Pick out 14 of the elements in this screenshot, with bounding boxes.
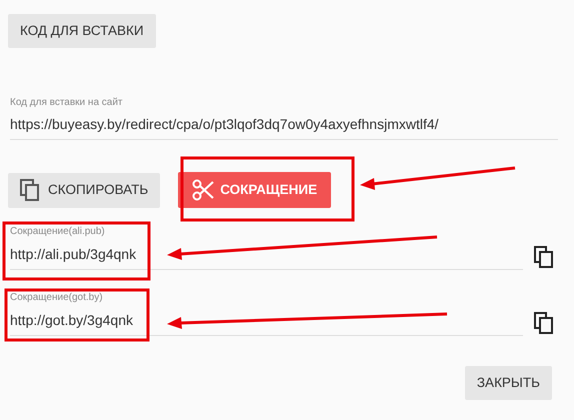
field-label: Сокращение(got.by) — [10, 291, 103, 305]
field-label: Код для вставки на сайт — [10, 96, 123, 110]
field-value: http://got.by/3g4qnk — [10, 311, 133, 330]
close-button[interactable]: ЗАКРЫТЬ — [464, 366, 552, 400]
field-value: https://buyeasy.by/redirect/cpa/o/pt3lqof3dq7ow0y4axyefhnsjmxwtlf4/ — [10, 115, 439, 134]
copy-icon[interactable] — [534, 312, 553, 334]
field-label: Сокращение(ali.pub) — [10, 225, 105, 239]
field-value: http://ali.pub/3g4qnk — [10, 245, 136, 264]
copy-icon — [20, 179, 40, 201]
copy-button[interactable]: СКОПИРОВАТЬ — [8, 172, 160, 208]
copy-icon[interactable] — [534, 246, 553, 268]
embed-code-button[interactable]: КОД ДЛЯ ВСТАВКИ — [8, 14, 156, 48]
embed-code-field[interactable]: Код для вставки на сайт https://buyeasy.by/redirect/cpa/o/pt3lqof3dq7ow0y4axyefhnsjmxwtlf4/ — [10, 95, 558, 140]
scissors-icon — [192, 179, 214, 201]
